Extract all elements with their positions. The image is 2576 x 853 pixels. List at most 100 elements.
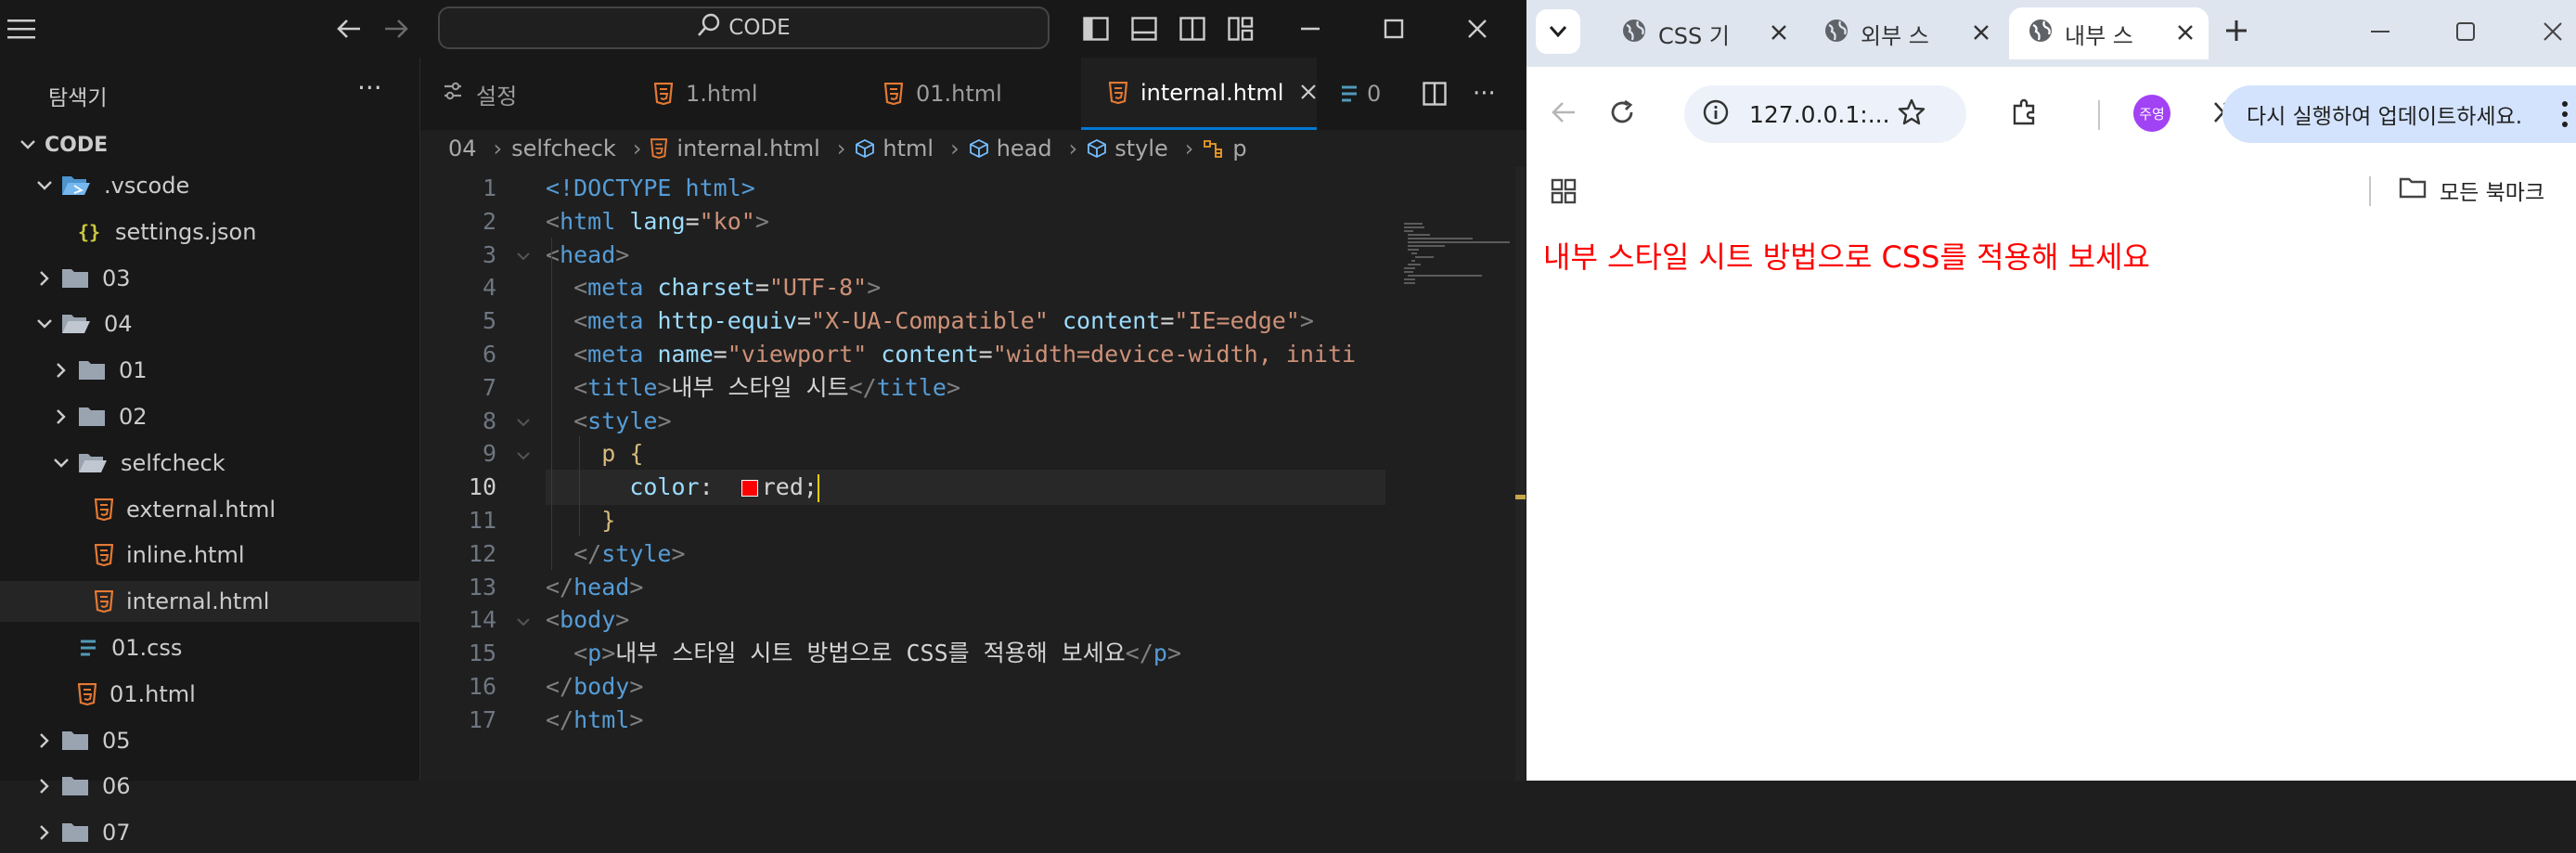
command-center[interactable]: CODE xyxy=(438,6,1050,49)
browser-tab-external[interactable]: 외부 스 xyxy=(1805,7,2004,59)
code-line[interactable]: 9 p { xyxy=(420,436,1385,472)
minimap[interactable] xyxy=(1385,167,1526,781)
breadcrumb-item[interactable]: head xyxy=(997,136,1052,162)
code-line[interactable]: 11 } xyxy=(420,503,1385,538)
more-actions-icon[interactable]: ··· xyxy=(357,72,382,103)
reload-icon[interactable] xyxy=(1608,98,1636,130)
code-line[interactable]: 12 </style> xyxy=(420,536,1385,572)
close-tab-icon[interactable] xyxy=(1771,20,1787,46)
minimize-icon[interactable] xyxy=(2369,20,2391,46)
toggle-primary-sidebar-icon[interactable] xyxy=(1080,13,1112,45)
breadcrumb-item[interactable]: 04 xyxy=(448,136,477,162)
editor-more-actions-icon[interactable]: ··· xyxy=(1473,58,1510,130)
close-window-icon[interactable] xyxy=(1462,13,1493,45)
tree-folder[interactable]: 01 xyxy=(0,350,419,391)
tree-folder[interactable]: 02 xyxy=(0,396,419,437)
code-token: < xyxy=(573,407,588,434)
code-line[interactable]: 14 <body> xyxy=(420,602,1385,638)
info-icon[interactable] xyxy=(1703,99,1729,129)
breadcrumb-item[interactable]: internal.html xyxy=(676,136,819,162)
close-tab-icon[interactable] xyxy=(1300,80,1317,106)
code-line[interactable]: 4 <meta charset="UTF-8"> xyxy=(420,270,1385,305)
tree-folder[interactable]: 04 xyxy=(0,304,419,344)
fold-chevron-icon[interactable] xyxy=(515,602,541,638)
code-line[interactable]: 13 </head> xyxy=(420,570,1385,605)
tree-file[interactable]: {} settings.json xyxy=(0,212,419,252)
browser-tab-css[interactable]: CSS 기 xyxy=(1603,7,1802,59)
breadcrumb-item[interactable]: p xyxy=(1232,136,1246,162)
tab-settings[interactable]: 설정 xyxy=(420,58,602,130)
tree-file[interactable]: 01.html xyxy=(0,674,419,715)
tree-folder[interactable]: 06 xyxy=(0,766,419,807)
browser-tab-internal[interactable]: 내부 스 xyxy=(2009,7,2209,59)
customize-layout-icon[interactable] xyxy=(1225,13,1256,45)
code-line[interactable]: 5 <meta http-equiv="X-UA-Compatible" con… xyxy=(420,304,1385,339)
fold-chevron-icon[interactable] xyxy=(515,404,541,439)
breadcrumb-item[interactable]: style xyxy=(1114,136,1168,162)
all-bookmarks-button[interactable]: 모든 북마크 xyxy=(2399,174,2544,206)
chevron-right-icon xyxy=(35,269,54,288)
line-number: 17 xyxy=(468,705,496,733)
tree-folder[interactable]: selfcheck xyxy=(0,443,419,484)
breadcrumb-item[interactable]: html xyxy=(882,136,934,162)
update-label: 다시 실행하여 업데이트하세요. xyxy=(2247,105,2523,129)
code-line[interactable]: 15 <p>내부 스타일 시트 방법으로 CSS를 적용해 보세요</p> xyxy=(420,636,1385,671)
code-editor[interactable]: 1 <!DOCTYPE html> 2 <html lang="ko"> 3 <head>… xyxy=(420,167,1385,781)
fold-chevron-icon[interactable] xyxy=(515,238,541,273)
maximize-icon[interactable] xyxy=(1378,13,1410,45)
back-arrow-icon[interactable] xyxy=(1551,100,1577,128)
code-line[interactable]: 8 <style> xyxy=(420,404,1385,439)
tree-file[interactable]: 01.css xyxy=(0,627,419,668)
line-number: 11 xyxy=(468,507,496,534)
tree-folder[interactable]: .vscode xyxy=(0,165,419,206)
code-token: > xyxy=(601,640,616,667)
toggle-secondary-sidebar-icon[interactable] xyxy=(1177,13,1208,45)
workspace-header[interactable]: CODE xyxy=(0,124,419,165)
code-line[interactable]: 16 </body> xyxy=(420,669,1385,704)
tree-file[interactable]: inline.html xyxy=(0,535,419,575)
tab-01-css[interactable]: 0 xyxy=(1339,58,1404,130)
split-editor-icon[interactable] xyxy=(1423,58,1454,130)
minimize-icon[interactable] xyxy=(1294,13,1326,45)
profile-avatar[interactable]: 주영 xyxy=(2133,95,2170,132)
extensions-puzzle-icon[interactable] xyxy=(2011,98,2039,130)
code-line[interactable]: 2 <html lang="ko"> xyxy=(420,204,1385,239)
back-arrow-icon[interactable] xyxy=(333,13,365,45)
forward-arrow-icon[interactable] xyxy=(380,13,412,45)
code-line[interactable]: 10 color: red; xyxy=(420,470,1385,506)
star-bookmark-icon[interactable] xyxy=(1898,98,1926,130)
maximize-icon[interactable] xyxy=(2454,20,2477,46)
tree-folder[interactable]: 07 xyxy=(0,812,419,853)
code-token: 내부 스타일 시트 방법으로 CSS를 적용해 보세요 xyxy=(615,640,1126,667)
tree-folder[interactable]: 03 xyxy=(0,258,419,299)
code-line[interactable]: 17 </html> xyxy=(420,703,1385,738)
close-tab-icon[interactable] xyxy=(1973,20,1990,46)
line-number: 7 xyxy=(482,373,496,401)
breadcrumb-item[interactable]: selfcheck xyxy=(511,136,616,162)
color-swatch[interactable] xyxy=(741,480,758,498)
apps-grid-icon[interactable] xyxy=(1551,178,1577,208)
line-number: 16 xyxy=(468,673,496,700)
code-token: = xyxy=(754,274,769,302)
kebab-menu-icon[interactable] xyxy=(2561,100,2569,134)
menu-icon[interactable] xyxy=(6,13,37,45)
tab-1-html[interactable]: 1.html xyxy=(654,58,836,130)
new-tab-icon[interactable] xyxy=(2224,19,2248,46)
close-window-icon[interactable] xyxy=(2542,20,2564,46)
code-token: "X-UA-Compatible" xyxy=(811,307,1049,335)
code-line[interactable]: 6 <meta name="viewport" content="width=d… xyxy=(420,337,1385,372)
tree-folder[interactable]: 05 xyxy=(0,720,419,761)
tab-01-html[interactable]: 01.html xyxy=(884,58,1066,130)
tree-file[interactable]: external.html xyxy=(0,489,419,530)
tab-label: internal.html xyxy=(1140,79,1284,106)
tree-file[interactable]: internal.html xyxy=(0,581,419,623)
tab-search-button[interactable] xyxy=(1536,9,1580,54)
close-tab-icon[interactable] xyxy=(2177,20,2194,46)
fold-chevron-icon[interactable] xyxy=(515,436,541,472)
tab-internal-html[interactable]: internal.html xyxy=(1081,58,1317,130)
code-line[interactable]: 7 <title>내부 스타일 시트</title> xyxy=(420,370,1385,406)
update-chrome-button[interactable]: 다시 실행하여 업데이트하세요. xyxy=(2222,85,2576,143)
code-line[interactable]: 3 <head> xyxy=(420,238,1385,273)
code-line[interactable]: 1 <!DOCTYPE html> xyxy=(420,171,1385,206)
toggle-panel-icon[interactable] xyxy=(1128,13,1160,45)
